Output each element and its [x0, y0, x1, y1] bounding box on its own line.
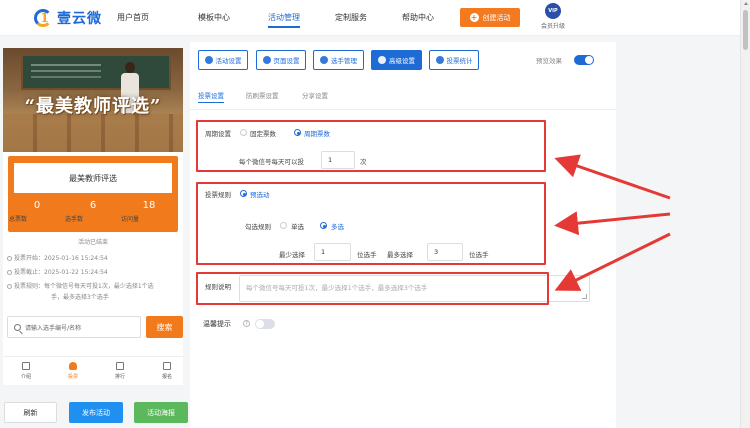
publish-activity-button[interactable]: 发布活动 — [69, 402, 123, 423]
tab-label: 介绍 — [20, 374, 31, 380]
activity-poster-button[interactable]: 活动海报 — [134, 402, 188, 423]
activity-status: 活动已结束 — [77, 239, 108, 246]
create-activity-label: 创建活动 — [482, 13, 511, 22]
toolbar-label: 高级设置 — [389, 57, 415, 65]
desks-graphic — [3, 114, 183, 152]
help-icon[interactable]: ? — [243, 320, 250, 327]
mobile-preview: “最美教师评选” 最美教师评选 0 总票数 6 选手数 18 访问量 活动已结束… — [3, 48, 183, 385]
nav-item-help[interactable]: 帮助中心 — [402, 12, 434, 23]
clock-icon — [7, 270, 12, 275]
toolbar-label: 投票统计 — [446, 57, 473, 65]
search-button[interactable]: 搜索 — [146, 316, 183, 338]
contestant-manage-button[interactable]: 选手管理 — [313, 50, 364, 70]
card-title: 最美教师评选 — [14, 163, 172, 193]
tab-label: 投票 — [67, 374, 78, 380]
tab-ranking[interactable]: 排行 — [105, 362, 135, 380]
clock-icon — [7, 256, 12, 261]
tab-label: 报名 — [161, 374, 172, 380]
document-icon — [22, 362, 30, 370]
chalkboard-graphic — [21, 54, 171, 90]
preview-tabbar: 介绍 投票 排行 报名 — [3, 356, 183, 385]
search-placeholder: 请输入选手编号/名称 — [25, 324, 82, 332]
highlight-rule-desc — [196, 272, 549, 305]
create-activity-button[interactable]: + 创建活动 — [460, 8, 520, 27]
toolbar-label: 选手管理 — [331, 57, 357, 65]
vip-upgrade-label: 会员升级 — [540, 23, 565, 30]
bar-chart-icon — [435, 56, 444, 64]
stat-value: 18 — [142, 200, 156, 211]
tab-intro[interactable]: 介绍 — [11, 362, 41, 380]
scrollbar-thumb[interactable] — [743, 10, 748, 50]
brand-logo[interactable]: 1 壹云微 — [32, 6, 102, 30]
users-icon — [320, 56, 328, 64]
annotation-arrows — [554, 154, 671, 291]
stats-card: 最美教师评选 0 总票数 6 选手数 18 访问量 — [8, 156, 178, 232]
arrow-to-desc — [554, 232, 671, 291]
gear-icon — [204, 56, 213, 64]
vote-stats-button[interactable]: 投票统计 — [429, 50, 479, 70]
stat-contestants: 6 选手数 — [65, 200, 121, 223]
scroll-up-icon[interactable] — [744, 2, 748, 5]
advanced-settings-button[interactable]: 高级设置 — [371, 50, 422, 70]
vote-start-text: 投票开始：2025-01-16 15:24:54 — [14, 255, 108, 262]
signup-icon — [163, 362, 171, 370]
tab-signup[interactable]: 报名 — [152, 362, 182, 380]
nav-item-custom[interactable]: 定制服务 — [335, 12, 367, 23]
tab-vote-settings[interactable]: 投票设置 — [198, 90, 224, 103]
vote-end-text: 投票截止：2025-01-22 15:24:54 — [14, 269, 108, 276]
stat-visits: 18 访问量 — [121, 200, 177, 223]
vote-rule-text: 投票规则：每个微信号每天可投1次，最少选择1个选 — [14, 283, 154, 290]
nav-item-activities[interactable]: 活动管理 — [268, 12, 300, 28]
settings-subtabs: 投票设置 防刷票设置 分享设置 — [190, 90, 616, 110]
tip-toggle[interactable] — [255, 319, 275, 329]
stat-value: 6 — [89, 200, 97, 211]
tip-label: 温馨提示 — [203, 320, 231, 328]
banner-title: “最美教师评选” — [24, 96, 162, 117]
vote-rule-info-cont: 手，最多选择3个选手 — [51, 294, 109, 301]
search-icon — [14, 323, 21, 331]
user-icon — [69, 362, 77, 370]
preview-effect-label: 预览效果 — [536, 57, 562, 65]
nav-item-home[interactable]: 用户首页 — [117, 12, 149, 23]
activity-banner-image: “最美教师评选” — [3, 48, 183, 152]
info-icon — [7, 284, 12, 289]
palette-icon — [262, 56, 271, 64]
vote-rule-info: 投票规则：每个微信号每天可投1次，最少选择1个选 — [7, 282, 179, 292]
arrow-to-rule — [554, 211, 671, 236]
toolbar-label: 页面设置 — [273, 57, 300, 65]
vip-upgrade[interactable]: VIP 会员升级 — [533, 3, 573, 30]
search-row: 请输入选手编号/名称 搜索 — [7, 316, 183, 338]
page-settings-button[interactable]: 页面设置 — [256, 50, 306, 70]
ranking-icon — [116, 362, 124, 370]
page-scrollbar[interactable] — [740, 0, 750, 428]
stat-label: 选手数 — [65, 216, 84, 223]
tab-anti-fraud-settings[interactable]: 防刷票设置 — [246, 90, 279, 100]
stat-value: 0 — [33, 200, 41, 211]
tab-share-settings[interactable]: 分享设置 — [302, 90, 328, 100]
stat-label: 访问量 — [121, 216, 140, 223]
sliders-icon — [378, 56, 386, 64]
brand-name: 壹云微 — [57, 11, 102, 27]
top-navbar: 1 壹云微 用户首页 模板中心 活动管理 定制服务 帮助中心 + 创建活动 VI… — [0, 0, 740, 36]
stat-label: 总票数 — [9, 216, 28, 223]
preview-effect-toggle[interactable] — [574, 55, 594, 65]
activity-settings-button[interactable]: 活动设置 — [198, 50, 248, 70]
stat-total-votes: 0 总票数 — [9, 200, 65, 223]
arrow-to-cycle — [554, 154, 671, 200]
refresh-button[interactable]: 刷新 — [4, 402, 57, 423]
nav-item-templates[interactable]: 模板中心 — [198, 12, 230, 23]
logo-icon: 1 — [32, 7, 54, 29]
toolbar-label: 活动设置 — [215, 57, 242, 65]
plus-icon: + — [469, 13, 479, 22]
vote-end-info: 投票截止：2025-01-22 15:24:54 — [7, 268, 179, 278]
tab-vote[interactable]: 投票 — [58, 362, 88, 380]
vip-badge-icon: VIP — [545, 3, 561, 19]
contestant-search-input[interactable]: 请输入选手编号/名称 — [7, 316, 141, 338]
vote-start-info: 投票开始：2025-01-16 15:24:54 — [7, 254, 179, 264]
highlight-cycle-settings — [196, 120, 546, 172]
tab-label: 排行 — [114, 374, 125, 380]
highlight-vote-rule — [196, 182, 546, 265]
